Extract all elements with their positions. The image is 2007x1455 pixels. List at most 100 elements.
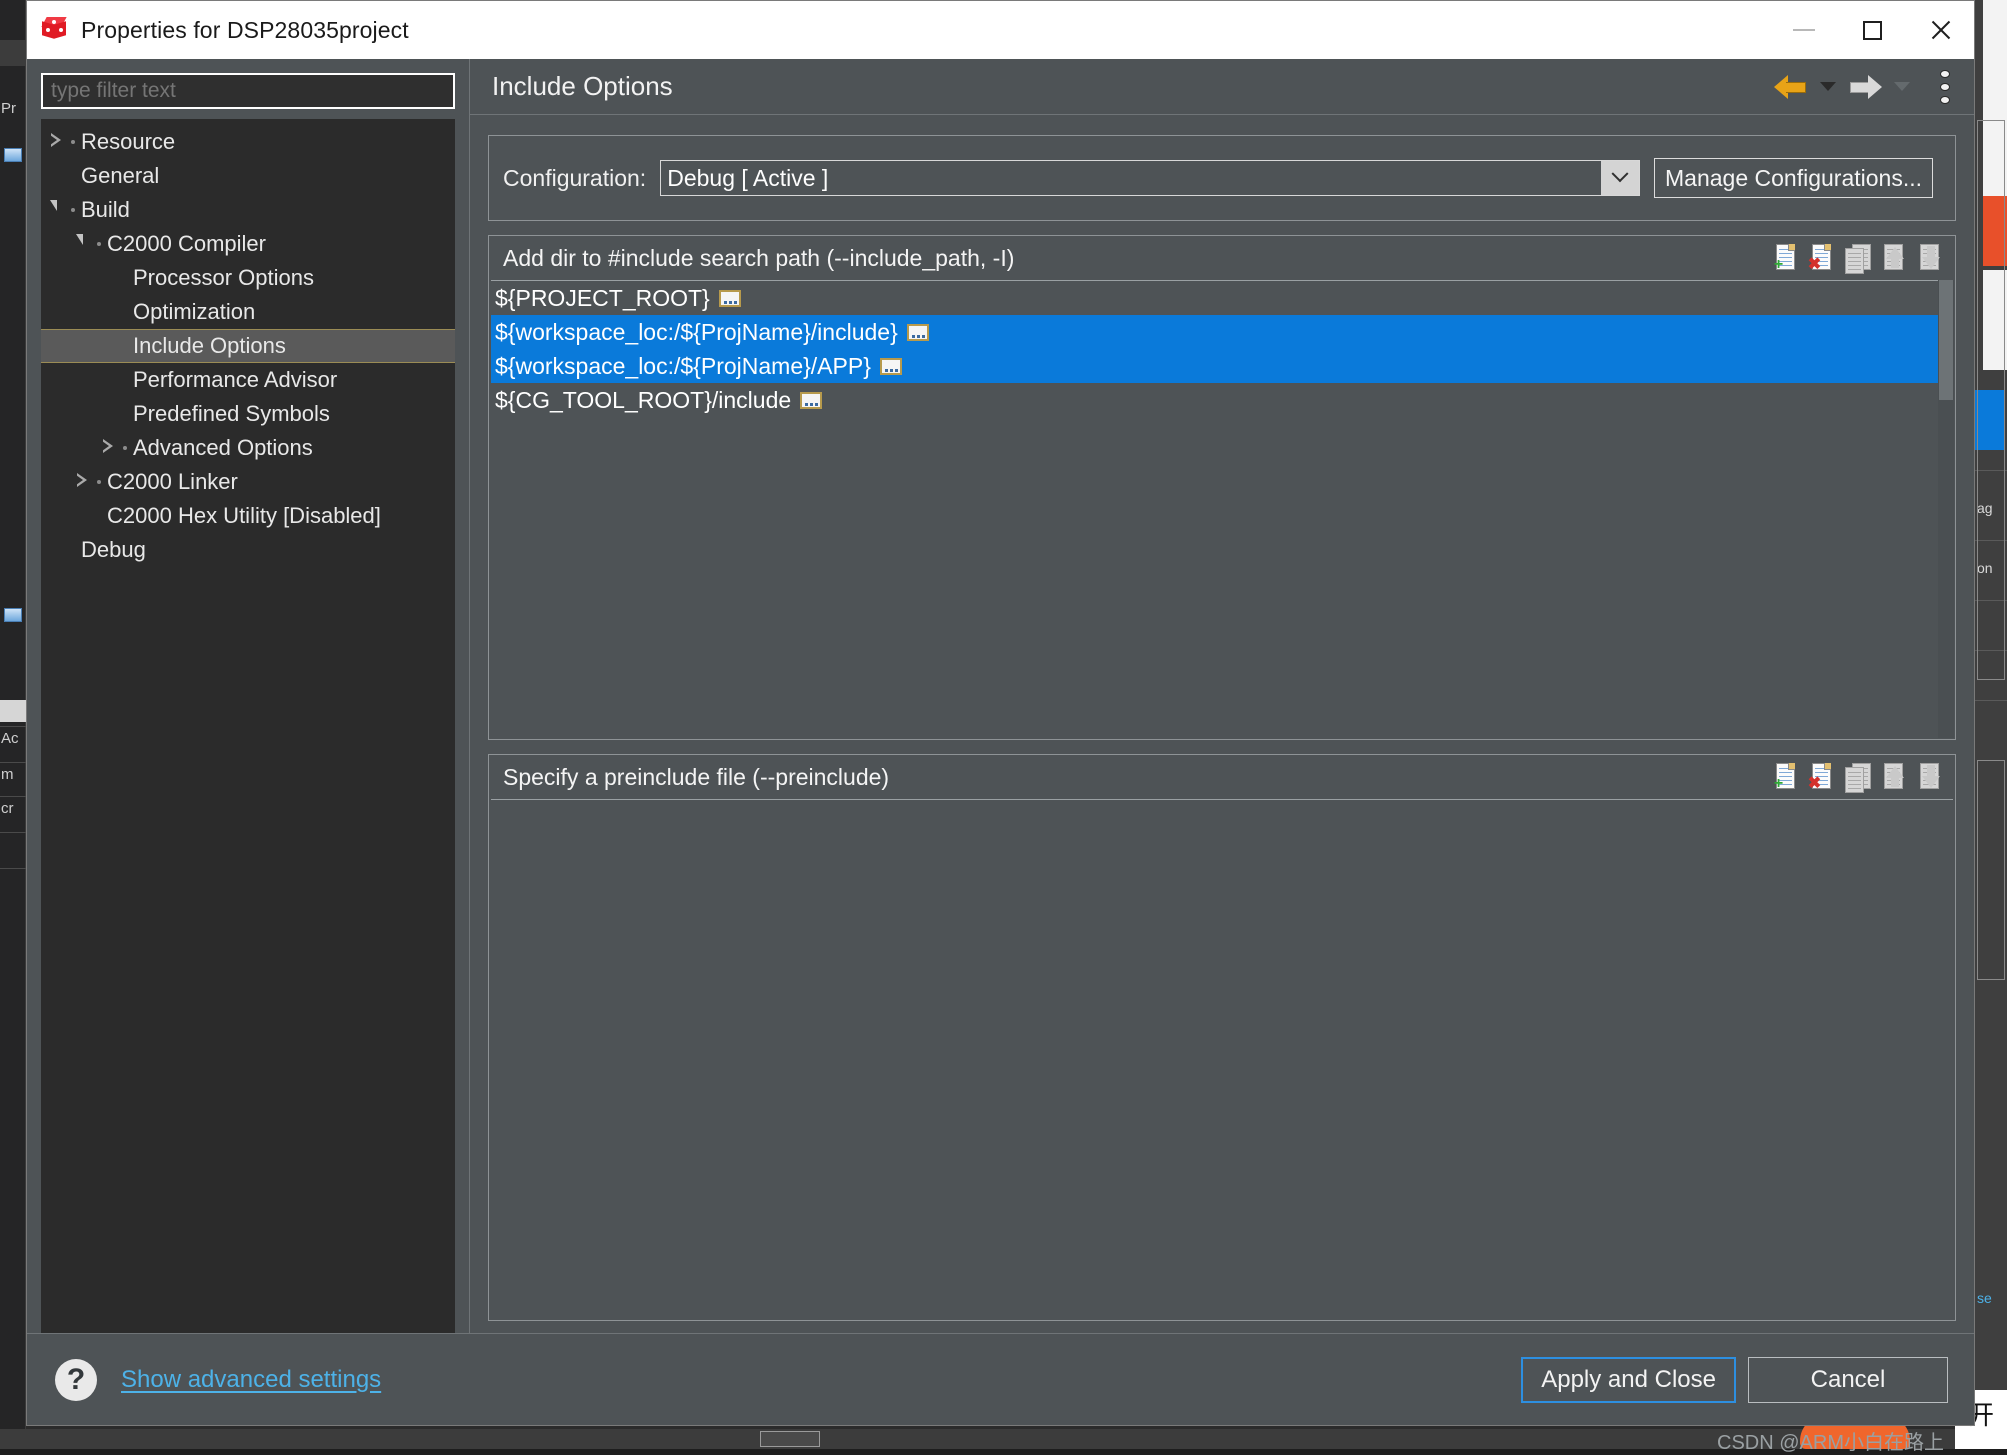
bg-left-divider-1 [0, 762, 26, 763]
tree-bullet-icon [123, 446, 127, 450]
dialog-footer: ? Show advanced settings Apply and Close… [27, 1333, 1974, 1425]
tree-spacer [73, 507, 91, 525]
preinclude-group: Specify a preinclude file (--preinclude)… [488, 754, 1956, 1321]
forward-dropdown-icon[interactable] [1894, 82, 1910, 91]
bg-left-divider-3 [0, 832, 26, 833]
chevron-right-icon[interactable] [99, 439, 117, 457]
list-item[interactable]: ${CG_TOOL_ROOT}/include [491, 383, 1953, 417]
list-item[interactable]: ${PROJECT_ROOT} [491, 281, 1953, 315]
chevron-down-icon[interactable] [73, 235, 91, 253]
sidebar-item-build[interactable]: Build [41, 193, 455, 227]
sidebar-item-label: C2000 Compiler [107, 231, 266, 257]
sidebar-item-label: Debug [81, 537, 146, 563]
list-item-label: ${workspace_loc:/${ProjName}/include} [495, 319, 898, 346]
properties-dialog: Properties for DSP28035project ResourceG… [26, 0, 1975, 1426]
edit-include-path-button [1843, 242, 1873, 274]
tree-bullet-icon [71, 208, 75, 212]
settings-navigation-pane: ResourceGeneral Build C2000 Compiler Proces… [27, 59, 469, 1333]
bg-right-label-2: se [1977, 1290, 2007, 1306]
configuration-select[interactable]: Debug [ Active ] [660, 160, 1640, 196]
view-menu-icon[interactable] [1932, 70, 1958, 104]
sidebar-item-label: Performance Advisor [133, 367, 337, 393]
bg-left-label-3: cr [1, 800, 26, 817]
delete-preinclude-button[interactable]: ✖ [1807, 761, 1837, 793]
ide-taskbar-button[interactable] [760, 1431, 820, 1447]
configuration-label: Configuration: [503, 165, 646, 192]
sidebar-item-resource[interactable]: Resource [41, 125, 455, 159]
include-path-group: Add dir to #include search path (--inclu… [488, 235, 1956, 740]
include-list-scrollbar[interactable] [1938, 280, 1954, 738]
bg-left-icon-1 [4, 608, 22, 622]
delete-include-path-button[interactable]: ✖ [1807, 242, 1837, 274]
help-icon[interactable]: ? [55, 1359, 97, 1401]
sidebar-item-debug[interactable]: Debug [41, 533, 455, 567]
sidebar-item-general[interactable]: General [41, 159, 455, 193]
tree-bullet-icon [97, 480, 101, 484]
move-down-button[interactable] [1915, 242, 1945, 274]
chevron-right-icon[interactable] [47, 133, 65, 151]
sidebar-item-predefined-symbols[interactable]: Predefined Symbols [41, 397, 455, 431]
maximize-button[interactable] [1838, 1, 1906, 59]
ide-right-sliver: ag on se [1975, 0, 2007, 1449]
sidebar-item-label: Predefined Symbols [133, 401, 330, 427]
bg-left-divider-0 [0, 726, 26, 727]
cancel-button[interactable]: Cancel [1748, 1357, 1948, 1403]
move-up-button[interactable] [1879, 242, 1909, 274]
sidebar-item-c2000-linker[interactable]: C2000 Linker [41, 465, 455, 499]
forward-arrow-icon[interactable] [1848, 74, 1882, 100]
chevron-down-icon[interactable] [47, 201, 65, 219]
configuration-value: Debug [ Active ] [661, 165, 828, 192]
preinclude-list[interactable] [491, 799, 1953, 1318]
preinclude-title: Specify a preinclude file (--preinclude) [503, 764, 889, 791]
apply-and-close-button[interactable]: Apply and Close [1521, 1357, 1736, 1403]
include-path-toolbar: + ✖ [1771, 242, 1945, 274]
bg-toolbar-strip [0, 40, 26, 66]
bg-left-selection [0, 700, 26, 722]
move-down-button[interactable] [1915, 761, 1945, 793]
page-header-tools [1774, 70, 1958, 104]
back-arrow-icon[interactable] [1774, 74, 1808, 100]
variable-badge-icon [907, 324, 929, 341]
sidebar-item-processor-options[interactable]: Processor Options [41, 261, 455, 295]
tree-spacer [99, 303, 117, 321]
back-dropdown-icon[interactable] [1820, 82, 1836, 91]
sidebar-item-include-options[interactable]: Include Options [41, 329, 455, 363]
watermark: CSDN @ARM小白在路上 [1717, 1426, 1944, 1455]
settings-tree[interactable]: ResourceGeneral Build C2000 Compiler Proces… [41, 119, 455, 1333]
bg-left-divider-2 [0, 796, 26, 797]
add-preinclude-button[interactable]: + [1771, 761, 1801, 793]
bg-right-frame-1 [1977, 760, 2005, 980]
sidebar-item-c2000-compiler[interactable]: C2000 Compiler [41, 227, 455, 261]
chevron-down-icon[interactable] [1601, 161, 1639, 195]
list-item[interactable]: ${workspace_loc:/${ProjName}/APP} [491, 349, 1953, 383]
page-body: Configuration: Debug [ Active ] Manage C… [470, 115, 1974, 1333]
add-include-path-button[interactable]: + [1771, 242, 1801, 274]
show-advanced-settings-link[interactable]: Show advanced settings [121, 1366, 381, 1394]
ccs-cube-icon [41, 17, 67, 43]
sidebar-item-performance-advisor[interactable]: Performance Advisor [41, 363, 455, 397]
preinclude-header: Specify a preinclude file (--preinclude)… [489, 755, 1955, 799]
sidebar-item-label: Optimization [133, 299, 255, 325]
list-item[interactable]: ${workspace_loc:/${ProjName}/include} [491, 315, 1953, 349]
move-up-button[interactable] [1879, 761, 1909, 793]
chevron-right-icon[interactable] [73, 473, 91, 491]
bg-left-icon-0 [4, 148, 22, 162]
include-path-list[interactable]: ${PROJECT_ROOT} ${workspace_loc:/${ProjNa… [491, 280, 1953, 737]
include-path-title: Add dir to #include search path (--inclu… [503, 245, 1014, 272]
tree-spacer [99, 269, 117, 287]
filter-input[interactable] [41, 73, 455, 109]
tree-bullet-icon [97, 242, 101, 246]
close-button[interactable] [1906, 1, 1974, 59]
sidebar-item-c2000-hex-utility-disabled[interactable]: C2000 Hex Utility [Disabled] [41, 499, 455, 533]
window-controls [1770, 1, 1974, 59]
variable-badge-icon [800, 392, 822, 409]
minimize-button[interactable] [1770, 1, 1838, 59]
list-item-label: ${PROJECT_ROOT} [495, 285, 710, 312]
manage-configurations-button[interactable]: Manage Configurations... [1654, 158, 1933, 198]
sidebar-item-label: C2000 Linker [107, 469, 238, 495]
sidebar-item-advanced-options[interactable]: Advanced Options [41, 431, 455, 465]
tree-spacer [47, 167, 65, 185]
ide-left-sliver: Pr Ac m cr [0, 0, 26, 1449]
sidebar-item-optimization[interactable]: Optimization [41, 295, 455, 329]
sidebar-item-label: Build [81, 197, 130, 223]
